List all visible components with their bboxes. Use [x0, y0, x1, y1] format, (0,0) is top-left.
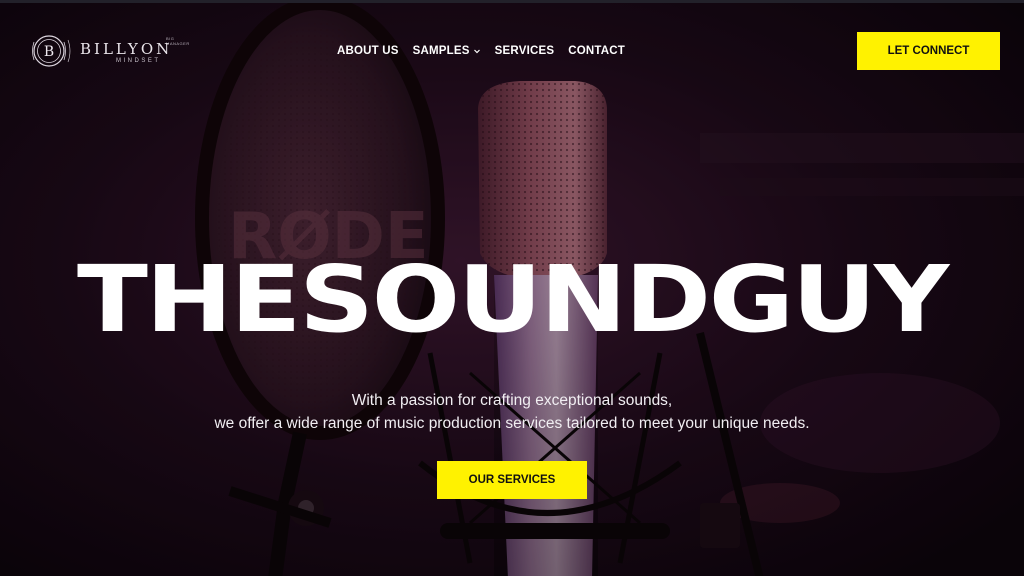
logo-wordmark: BILLYON: [80, 40, 173, 58]
logo-badge-icon: B: [32, 35, 71, 67]
hero-description-line-1: With a passion for crafting exceptional …: [351, 392, 673, 409]
nav-item-contact[interactable]: CONTACT: [568, 45, 625, 57]
nav-item-samples[interactable]: SAMPLES: [413, 45, 481, 57]
nav-item-about-us[interactable]: ABOUT US: [337, 45, 399, 57]
nav-item-services[interactable]: SERVICES: [495, 45, 555, 57]
chevron-down-icon: [473, 49, 480, 54]
logo-tagline: MINDSET: [116, 58, 161, 64]
hero-title: THESOUNDGUY: [76, 246, 949, 353]
hero-description-line-2: we offer a wide range of music productio…: [214, 415, 810, 432]
our-services-button[interactable]: OUR SERVICES: [437, 461, 587, 499]
let-connect-button[interactable]: LET CONNECT: [857, 32, 1000, 70]
svg-text:B: B: [44, 44, 54, 60]
nav-item-label: CONTACT: [568, 45, 625, 57]
nav-item-label: ABOUT US: [337, 45, 399, 57]
brand-logo[interactable]: B BIG MANAGER BILLYON MINDSET: [30, 34, 190, 70]
nav-item-label: SERVICES: [494, 45, 555, 57]
main-navigation: ABOUT US SAMPLES SERVICES CONTACT: [337, 43, 625, 59]
nav-item-label: SAMPLES: [412, 45, 470, 57]
